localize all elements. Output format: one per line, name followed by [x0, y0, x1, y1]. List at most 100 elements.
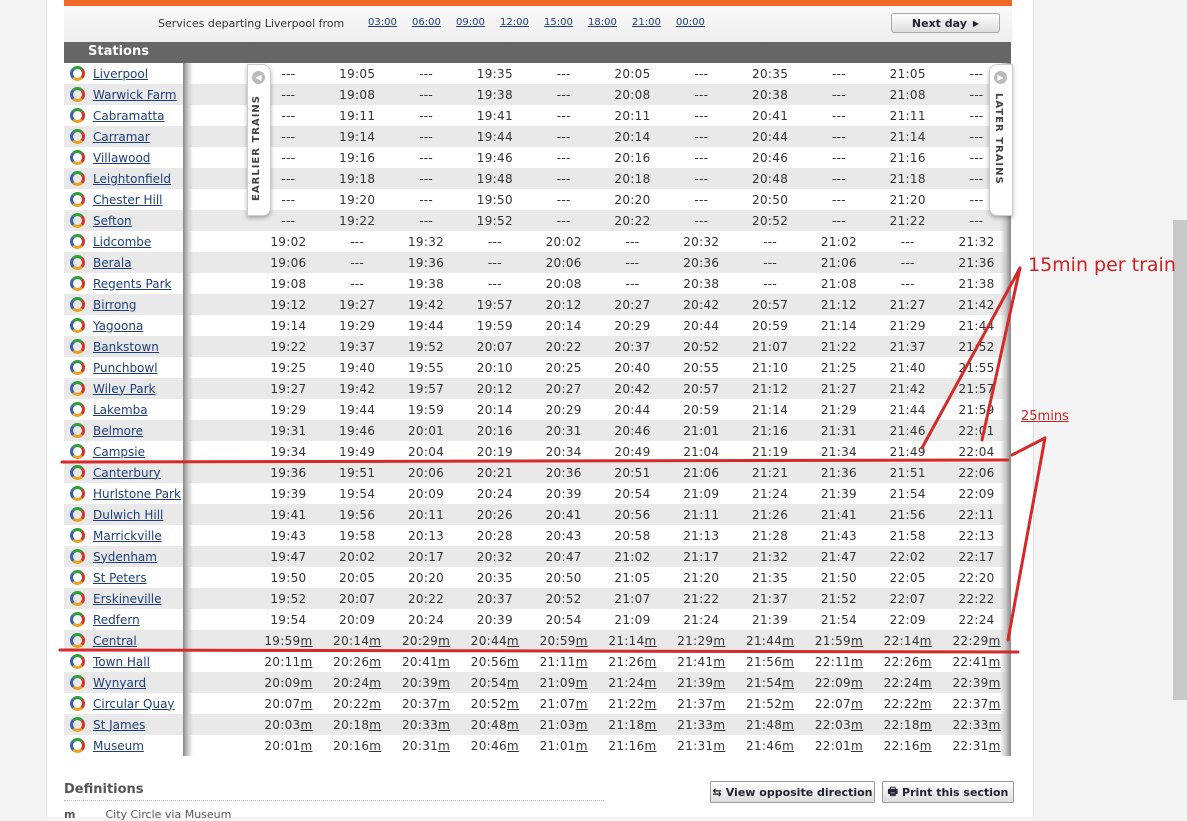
city-circle-marker[interactable]: m: [576, 676, 588, 690]
station-link[interactable]: Villawood: [93, 151, 150, 165]
city-circle-marker[interactable]: m: [300, 739, 312, 753]
city-circle-marker[interactable]: m: [851, 739, 863, 753]
later-trains-button[interactable]: ▶ LATER TRAINS: [989, 64, 1013, 216]
station-link[interactable]: Warwick Farm: [93, 88, 176, 102]
station-link[interactable]: Berala: [93, 256, 132, 270]
city-circle-marker[interactable]: m: [645, 739, 657, 753]
station-link[interactable]: Yagoona: [93, 319, 143, 333]
city-circle-marker[interactable]: m: [369, 634, 381, 648]
station-link[interactable]: Sydenham: [93, 550, 157, 564]
city-circle-marker[interactable]: m: [576, 697, 588, 711]
city-circle-marker[interactable]: m: [782, 718, 794, 732]
station-link[interactable]: Lakemba: [93, 403, 148, 417]
city-circle-marker[interactable]: m: [645, 676, 657, 690]
station-link[interactable]: Museum: [93, 739, 144, 753]
city-circle-marker[interactable]: m: [507, 697, 519, 711]
city-circle-marker[interactable]: m: [369, 739, 381, 753]
city-circle-marker[interactable]: m: [782, 697, 794, 711]
city-circle-marker[interactable]: m: [507, 676, 519, 690]
station-link[interactable]: Cabramatta: [93, 109, 164, 123]
station-link[interactable]: Punchbowl: [93, 361, 158, 375]
city-circle-marker[interactable]: m: [713, 697, 725, 711]
city-circle-marker[interactable]: m: [920, 718, 932, 732]
city-circle-marker[interactable]: m: [989, 676, 1001, 690]
city-circle-marker[interactable]: m: [782, 655, 794, 669]
city-circle-marker[interactable]: m: [920, 697, 932, 711]
city-circle-marker[interactable]: m: [920, 634, 932, 648]
city-circle-marker[interactable]: m: [782, 634, 794, 648]
station-link[interactable]: Birrong: [93, 298, 137, 312]
station-link[interactable]: Campsie: [93, 445, 145, 459]
city-circle-marker[interactable]: m: [576, 634, 588, 648]
departure-time-link[interactable]: 18:00: [588, 17, 632, 28]
city-circle-marker[interactable]: m: [989, 697, 1001, 711]
station-link[interactable]: Circular Quay: [93, 697, 175, 711]
city-circle-marker[interactable]: m: [576, 739, 588, 753]
station-link[interactable]: Wiley Park: [93, 382, 156, 396]
departure-time-link[interactable]: 00:00: [676, 17, 720, 28]
station-link[interactable]: Liverpool: [93, 67, 148, 81]
city-circle-marker[interactable]: m: [645, 718, 657, 732]
city-circle-marker[interactable]: m: [713, 718, 725, 732]
next-day-button[interactable]: Next day ▶: [891, 13, 1000, 33]
city-circle-marker[interactable]: m: [576, 718, 588, 732]
station-link[interactable]: Belmore: [93, 424, 143, 438]
city-circle-marker[interactable]: m: [369, 655, 381, 669]
city-circle-marker[interactable]: m: [438, 655, 450, 669]
earlier-trains-button[interactable]: ◀ EARLIER TRAINS: [247, 64, 271, 216]
departure-time-link[interactable]: 09:00: [456, 17, 500, 28]
city-circle-marker[interactable]: m: [713, 634, 725, 648]
city-circle-marker[interactable]: m: [989, 739, 1001, 753]
city-circle-marker[interactable]: m: [300, 697, 312, 711]
city-circle-marker[interactable]: m: [576, 655, 588, 669]
station-link[interactable]: Central: [93, 634, 137, 648]
city-circle-marker[interactable]: m: [782, 739, 794, 753]
city-circle-marker[interactable]: m: [438, 718, 450, 732]
city-circle-marker[interactable]: m: [438, 676, 450, 690]
station-link[interactable]: Sefton: [93, 214, 132, 228]
city-circle-marker[interactable]: m: [851, 634, 863, 648]
departure-time-link[interactable]: 15:00: [544, 17, 588, 28]
city-circle-marker[interactable]: m: [369, 718, 381, 732]
city-circle-marker[interactable]: m: [645, 634, 657, 648]
city-circle-marker[interactable]: m: [920, 739, 932, 753]
city-circle-marker[interactable]: m: [507, 655, 519, 669]
station-link[interactable]: St Peters: [93, 571, 147, 585]
station-link[interactable]: Erskineville: [93, 592, 162, 606]
city-circle-marker[interactable]: m: [300, 634, 312, 648]
departure-time-link[interactable]: 21:00: [632, 17, 676, 28]
print-section-button[interactable]: 🖶 Print this section: [882, 781, 1014, 803]
city-circle-marker[interactable]: m: [507, 718, 519, 732]
city-circle-marker[interactable]: m: [507, 739, 519, 753]
station-link[interactable]: Lidcombe: [93, 235, 151, 249]
station-link[interactable]: St James: [93, 718, 145, 732]
city-circle-marker[interactable]: m: [851, 676, 863, 690]
station-link[interactable]: Chester Hill: [93, 193, 162, 207]
departure-time-link[interactable]: 06:00: [412, 17, 456, 28]
scrollbar-thumb[interactable]: [1173, 220, 1187, 700]
station-link[interactable]: Marrickville: [93, 529, 162, 543]
station-link[interactable]: Wynyard: [93, 676, 146, 690]
city-circle-marker[interactable]: m: [438, 739, 450, 753]
station-link[interactable]: Dulwich Hill: [93, 508, 163, 522]
station-link[interactable]: Canterbury: [93, 466, 161, 480]
city-circle-marker[interactable]: m: [920, 655, 932, 669]
city-circle-marker[interactable]: m: [713, 655, 725, 669]
city-circle-marker[interactable]: m: [300, 718, 312, 732]
city-circle-marker[interactable]: m: [438, 697, 450, 711]
city-circle-marker[interactable]: m: [645, 697, 657, 711]
city-circle-marker[interactable]: m: [369, 697, 381, 711]
city-circle-marker[interactable]: m: [851, 697, 863, 711]
city-circle-marker[interactable]: m: [782, 676, 794, 690]
departure-time-link[interactable]: 12:00: [500, 17, 544, 28]
city-circle-marker[interactable]: m: [713, 676, 725, 690]
city-circle-marker[interactable]: m: [851, 718, 863, 732]
city-circle-marker[interactable]: m: [989, 718, 1001, 732]
station-link[interactable]: Hurlstone Park: [93, 487, 181, 501]
station-link[interactable]: Leightonfield: [93, 172, 171, 186]
city-circle-marker[interactable]: m: [507, 634, 519, 648]
view-opposite-direction-button[interactable]: ⇆ View opposite direction: [710, 781, 875, 803]
station-link[interactable]: Regents Park: [93, 277, 172, 291]
city-circle-marker[interactable]: m: [989, 634, 1001, 648]
city-circle-marker[interactable]: m: [369, 676, 381, 690]
